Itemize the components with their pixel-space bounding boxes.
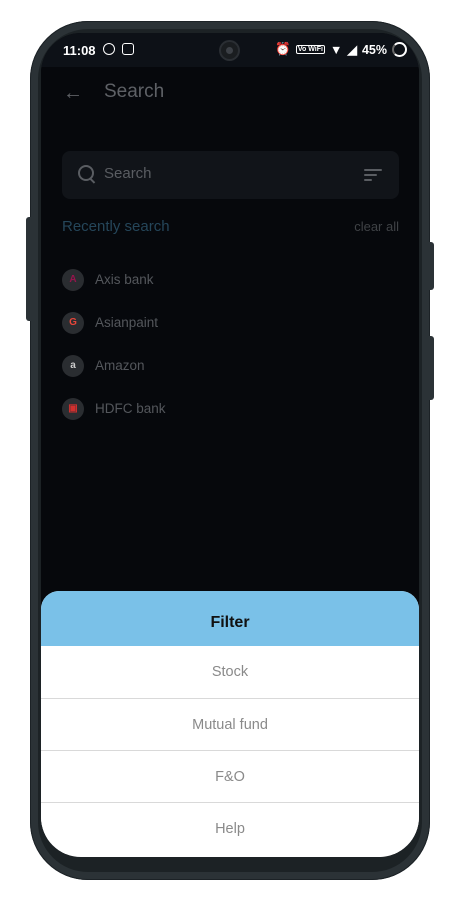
filter-option-help[interactable]: Help [41, 802, 419, 854]
front-camera [221, 42, 238, 59]
recent-search-list: A Axis bank G Asianpaint a Amazon ▣ HDFC… [62, 258, 399, 430]
volume-button [26, 217, 32, 321]
recent-item-label: Axis bank [95, 272, 154, 287]
status-right: ⏰ Vo WiFi ▼ ◢ 45% [275, 42, 407, 57]
recent-item-asianpaint[interactable]: G Asianpaint [62, 301, 399, 344]
clear-all-button[interactable]: clear all [354, 219, 399, 234]
battery-percent: 45% [361, 42, 387, 57]
asianpaint-logo-icon: G [62, 311, 84, 334]
signal-icon: ◢ [347, 43, 357, 57]
filter-icon[interactable] [364, 169, 382, 183]
recent-item-label: Asianpaint [95, 315, 159, 330]
filter-bottom-sheet: Filter Stock Mutual fund F&O Help [41, 591, 419, 857]
side-button-top [428, 242, 434, 290]
page-title: Search [104, 81, 165, 102]
wifi-icon: ▼ [329, 42, 343, 57]
status-time: 11:08 [63, 43, 96, 58]
recent-item-label: Amazon [95, 358, 145, 373]
search-bar[interactable] [62, 151, 399, 199]
recent-item-hdfc-bank[interactable]: ▣ HDFC bank [62, 387, 399, 430]
filter-option-fno[interactable]: F&O [41, 750, 419, 802]
screen: 11:08 ⏰ Vo WiFi ▼ ◢ 45% ← Search Recen [41, 33, 419, 857]
filter-option-mutual-fund[interactable]: Mutual fund [41, 698, 419, 750]
notification-badge-icon [103, 43, 115, 55]
vowifi-icon: Vo WiFi [295, 45, 325, 54]
gallery-icon [122, 43, 134, 55]
amazon-logo-icon: a [62, 354, 84, 377]
app-header: ← Search [41, 67, 419, 119]
filter-sheet-header: Filter [41, 591, 419, 646]
recent-item-amazon[interactable]: a Amazon [62, 344, 399, 387]
filter-title: Filter [210, 614, 250, 631]
arrow-left-icon[interactable]: ← [63, 83, 83, 103]
recent-item-label: HDFC bank [95, 401, 166, 416]
recent-item-axis-bank[interactable]: A Axis bank [62, 258, 399, 301]
alarm-icon: ⏰ [275, 42, 291, 56]
recent-search-title: Recently search [62, 218, 170, 235]
status-bar: 11:08 ⏰ Vo WiFi ▼ ◢ 45% [41, 33, 419, 67]
search-icon [78, 165, 94, 181]
hdfc-bank-logo-icon: ▣ [62, 397, 84, 420]
search-input[interactable] [104, 165, 344, 182]
power-button [428, 336, 434, 400]
filter-option-stock[interactable]: Stock [41, 646, 419, 698]
axis-bank-logo-icon: A [62, 268, 84, 291]
battery-icon [392, 42, 407, 57]
